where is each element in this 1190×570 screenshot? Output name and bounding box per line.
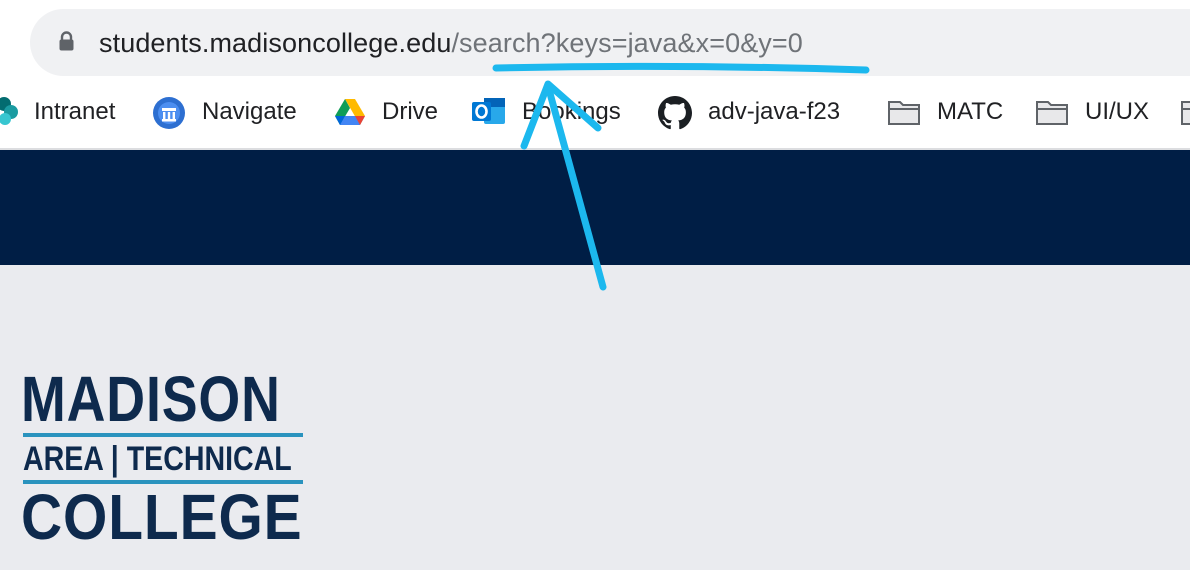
github-icon <box>658 96 692 130</box>
logo-rule-top <box>23 433 303 437</box>
browser-toolbar: students.madisoncollege.edu/search?keys=… <box>0 0 1190 86</box>
url-text[interactable]: students.madisoncollege.edu/search?keys=… <box>99 25 803 61</box>
bookmark-label: Intranet <box>34 98 116 125</box>
bookmark-matc[interactable]: MATC <box>887 86 1005 138</box>
outlook-icon <box>472 98 505 124</box>
lock-icon[interactable] <box>58 30 75 52</box>
logo-line-area-technical: AREA | TECHNICAL <box>23 440 292 478</box>
sharepoint-icon <box>0 97 18 125</box>
madison-college-logo[interactable]: MADISON AREA | TECHNICAL COLLEGE <box>21 363 305 553</box>
bookmark-label: adv-java-f23 <box>708 98 841 125</box>
bookmark-ui-ux[interactable]: UI/UX <box>1035 86 1153 138</box>
google-drive-icon <box>335 99 365 125</box>
folder-icon <box>1036 101 1068 125</box>
bookmark-drive[interactable]: Drive <box>334 86 444 138</box>
bookmark-label: UI/UX <box>1085 98 1150 125</box>
bookmark-label: Navigate <box>202 98 297 125</box>
bookmark-intranet[interactable]: Intranet <box>0 86 126 138</box>
bookmark-overflow[interactable] <box>1180 86 1190 138</box>
bookmark-bookings[interactable]: Bookings <box>472 86 632 138</box>
bookmark-label: Drive <box>382 98 439 125</box>
bookmark-label: MATC <box>937 98 1004 125</box>
logo-line-madison: MADISON <box>21 363 281 435</box>
logo-line-college: COLLEGE <box>21 481 303 553</box>
url-path: /search?keys=java&x=0&y=0 <box>451 28 803 58</box>
bookmark-adv-java-f23[interactable]: adv-java-f23 <box>658 86 858 138</box>
url-host: students.madisoncollege.edu <box>99 28 452 58</box>
bookmark-navigate[interactable]: Navigate <box>152 86 304 138</box>
bookmarks-bar: Intranet Navigate Drive Bookings adv-jav… <box>0 86 1190 150</box>
bookmark-label: Bookings <box>522 98 621 125</box>
folder-icon <box>1181 101 1190 125</box>
folder-icon <box>888 101 920 125</box>
site-header-band <box>0 150 1190 265</box>
navigate-icon <box>153 97 185 129</box>
